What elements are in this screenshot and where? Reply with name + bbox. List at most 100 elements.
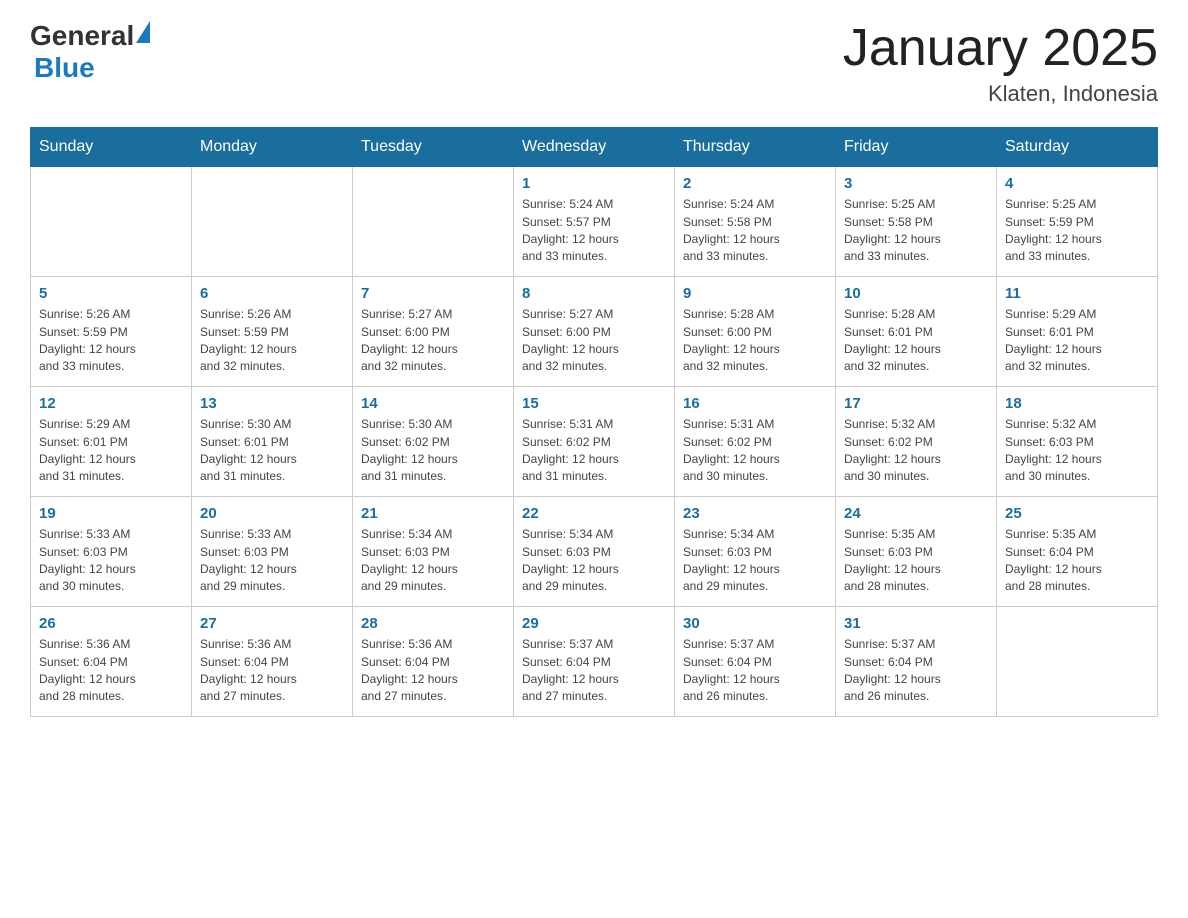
day-info: Sunrise: 5:31 AM Sunset: 6:02 PM Dayligh… (522, 416, 666, 486)
day-info: Sunrise: 5:28 AM Sunset: 6:00 PM Dayligh… (683, 306, 827, 376)
calendar-cell-w0d3: 1 Sunrise: 5:24 AM Sunset: 5:57 PM Daylig… (514, 167, 675, 277)
day-number: 16 (683, 395, 827, 412)
header: General Blue January 2025 Klaten, Indone… (30, 20, 1158, 107)
day-info: Sunrise: 5:35 AM Sunset: 6:04 PM Dayligh… (1005, 526, 1149, 596)
day-info: Sunrise: 5:32 AM Sunset: 6:02 PM Dayligh… (844, 416, 988, 486)
logo-triangle-icon (136, 21, 150, 43)
day-info: Sunrise: 5:37 AM Sunset: 6:04 PM Dayligh… (522, 636, 666, 706)
day-number: 22 (522, 505, 666, 522)
calendar-title: January 2025 (843, 20, 1158, 77)
calendar-cell-w2d6: 18Sunrise: 5:32 AM Sunset: 6:03 PM Dayli… (997, 387, 1158, 497)
day-info: Sunrise: 5:33 AM Sunset: 6:03 PM Dayligh… (200, 526, 344, 596)
day-number: 11 (1005, 285, 1149, 302)
day-info: Sunrise: 5:34 AM Sunset: 6:03 PM Dayligh… (683, 526, 827, 596)
day-number: 7 (361, 285, 505, 302)
day-info: Sunrise: 5:26 AM Sunset: 5:59 PM Dayligh… (200, 306, 344, 376)
calendar-cell-w3d4: 23 Sunrise: 5:34 AM Sunset: 6:03 PM Dayli… (675, 497, 836, 607)
day-number: 13 (200, 395, 344, 412)
day-number: 6 (200, 285, 344, 302)
calendar-cell-w4d4: 30 Sunrise: 5:37 AM Sunset: 6:04 PM Dayli… (675, 607, 836, 717)
calendar-cell-w1d1: 6 Sunrise: 5:26 AM Sunset: 5:59 PM Daylig… (192, 277, 353, 387)
day-info: Sunrise: 5:24 AM Sunset: 5:58 PM Dayligh… (683, 196, 827, 266)
day-number: 29 (522, 615, 666, 632)
day-info: Sunrise: 5:29 AM Sunset: 6:01 PM Dayligh… (39, 416, 183, 486)
logo-blue: Blue (34, 52, 95, 84)
weekday-header-sunday: Sunday (31, 128, 192, 167)
day-number: 10 (844, 285, 988, 302)
day-number: 26 (39, 615, 183, 632)
logo-general: General (30, 20, 134, 52)
day-info: Sunrise: 5:30 AM Sunset: 6:02 PM Dayligh… (361, 416, 505, 486)
logo: General Blue (30, 20, 150, 84)
day-number: 17 (844, 395, 988, 412)
calendar-cell-w1d5: 10 Sunrise: 5:28 AM Sunset: 6:01 PM Dayli… (836, 277, 997, 387)
day-number: 24 (844, 505, 988, 522)
weekday-header-row: SundayMondayTuesdayWednesdayThursdayFrid… (31, 128, 1158, 167)
day-info: Sunrise: 5:28 AM Sunset: 6:01 PM Dayligh… (844, 306, 988, 376)
day-number: 14 (361, 395, 505, 412)
day-info: Sunrise: 5:33 AM Sunset: 6:03 PM Dayligh… (39, 526, 183, 596)
day-info: Sunrise: 5:35 AM Sunset: 6:03 PM Dayligh… (844, 526, 988, 596)
calendar-subtitle: Klaten, Indonesia (843, 81, 1158, 107)
calendar-cell-w3d2: 21 Sunrise: 5:34 AM Sunset: 6:03 PM Dayli… (353, 497, 514, 607)
calendar-cell-w3d1: 20 Sunrise: 5:33 AM Sunset: 6:03 PM Dayli… (192, 497, 353, 607)
day-info: Sunrise: 5:37 AM Sunset: 6:04 PM Dayligh… (844, 636, 988, 706)
calendar-cell-w3d5: 24 Sunrise: 5:35 AM Sunset: 6:03 PM Dayli… (836, 497, 997, 607)
day-number: 28 (361, 615, 505, 632)
day-number: 4 (1005, 175, 1149, 192)
day-number: 8 (522, 285, 666, 302)
title-section: January 2025 Klaten, Indonesia (843, 20, 1158, 107)
weekday-header-friday: Friday (836, 128, 997, 167)
calendar-cell-w3d6: 25 Sunrise: 5:35 AM Sunset: 6:04 PM Dayli… (997, 497, 1158, 607)
weekday-header-saturday: Saturday (997, 128, 1158, 167)
day-info: Sunrise: 5:36 AM Sunset: 6:04 PM Dayligh… (200, 636, 344, 706)
day-info: Sunrise: 5:27 AM Sunset: 6:00 PM Dayligh… (361, 306, 505, 376)
calendar-cell-w3d0: 19 Sunrise: 5:33 AM Sunset: 6:03 PM Dayli… (31, 497, 192, 607)
day-number: 1 (522, 175, 666, 192)
day-info: Sunrise: 5:26 AM Sunset: 5:59 PM Dayligh… (39, 306, 183, 376)
day-number: 12 (39, 395, 183, 412)
calendar-cell-w4d6 (997, 607, 1158, 717)
calendar-cell-w0d0 (31, 167, 192, 277)
day-info: Sunrise: 5:24 AM Sunset: 5:57 PM Dayligh… (522, 196, 666, 266)
calendar-week-row-4: 26 Sunrise: 5:36 AM Sunset: 6:04 PM Dayli… (31, 607, 1158, 717)
calendar-cell-w1d4: 9 Sunrise: 5:28 AM Sunset: 6:00 PM Daylig… (675, 277, 836, 387)
day-info: Sunrise: 5:37 AM Sunset: 6:04 PM Dayligh… (683, 636, 827, 706)
day-number: 20 (200, 505, 344, 522)
day-info: Sunrise: 5:30 AM Sunset: 6:01 PM Dayligh… (200, 416, 344, 486)
day-number: 25 (1005, 505, 1149, 522)
day-info: Sunrise: 5:34 AM Sunset: 6:03 PM Dayligh… (361, 526, 505, 596)
day-number: 23 (683, 505, 827, 522)
calendar-cell-w4d1: 27 Sunrise: 5:36 AM Sunset: 6:04 PM Dayli… (192, 607, 353, 717)
calendar-cell-w0d4: 2 Sunrise: 5:24 AM Sunset: 5:58 PM Daylig… (675, 167, 836, 277)
calendar-cell-w0d2 (353, 167, 514, 277)
day-number: 21 (361, 505, 505, 522)
day-number: 30 (683, 615, 827, 632)
calendar-cell-w2d0: 12 Sunrise: 5:29 AM Sunset: 6:01 PM Dayli… (31, 387, 192, 497)
day-info: Sunrise: 5:25 AM Sunset: 5:59 PM Dayligh… (1005, 196, 1149, 266)
calendar-cell-w2d2: 14 Sunrise: 5:30 AM Sunset: 6:02 PM Dayli… (353, 387, 514, 497)
day-number: 2 (683, 175, 827, 192)
calendar-week-row-2: 12 Sunrise: 5:29 AM Sunset: 6:01 PM Dayli… (31, 387, 1158, 497)
day-number: 15 (522, 395, 666, 412)
calendar-cell-w2d5: 17 Sunrise: 5:32 AM Sunset: 6:02 PM Dayli… (836, 387, 997, 497)
weekday-header-wednesday: Wednesday (514, 128, 675, 167)
calendar-week-row-1: 5 Sunrise: 5:26 AM Sunset: 5:59 PM Daylig… (31, 277, 1158, 387)
day-number: 27 (200, 615, 344, 632)
calendar-cell-w3d3: 22Sunrise: 5:34 AM Sunset: 6:03 PM Dayli… (514, 497, 675, 607)
day-number: 9 (683, 285, 827, 302)
calendar-table: SundayMondayTuesdayWednesdayThursdayFrid… (30, 127, 1158, 717)
calendar-cell-w4d5: 31Sunrise: 5:37 AM Sunset: 6:04 PM Dayli… (836, 607, 997, 717)
calendar-cell-w0d1 (192, 167, 353, 277)
day-info: Sunrise: 5:27 AM Sunset: 6:00 PM Dayligh… (522, 306, 666, 376)
day-number: 18 (1005, 395, 1149, 412)
day-info: Sunrise: 5:29 AM Sunset: 6:01 PM Dayligh… (1005, 306, 1149, 376)
day-info: Sunrise: 5:31 AM Sunset: 6:02 PM Dayligh… (683, 416, 827, 486)
day-number: 19 (39, 505, 183, 522)
day-number: 5 (39, 285, 183, 302)
calendar-cell-w2d3: 15 Sunrise: 5:31 AM Sunset: 6:02 PM Dayli… (514, 387, 675, 497)
calendar-cell-w4d2: 28Sunrise: 5:36 AM Sunset: 6:04 PM Dayli… (353, 607, 514, 717)
calendar-week-row-3: 19 Sunrise: 5:33 AM Sunset: 6:03 PM Dayli… (31, 497, 1158, 607)
calendar-cell-w4d3: 29 Sunrise: 5:37 AM Sunset: 6:04 PM Dayli… (514, 607, 675, 717)
calendar-cell-w2d4: 16 Sunrise: 5:31 AM Sunset: 6:02 PM Dayli… (675, 387, 836, 497)
